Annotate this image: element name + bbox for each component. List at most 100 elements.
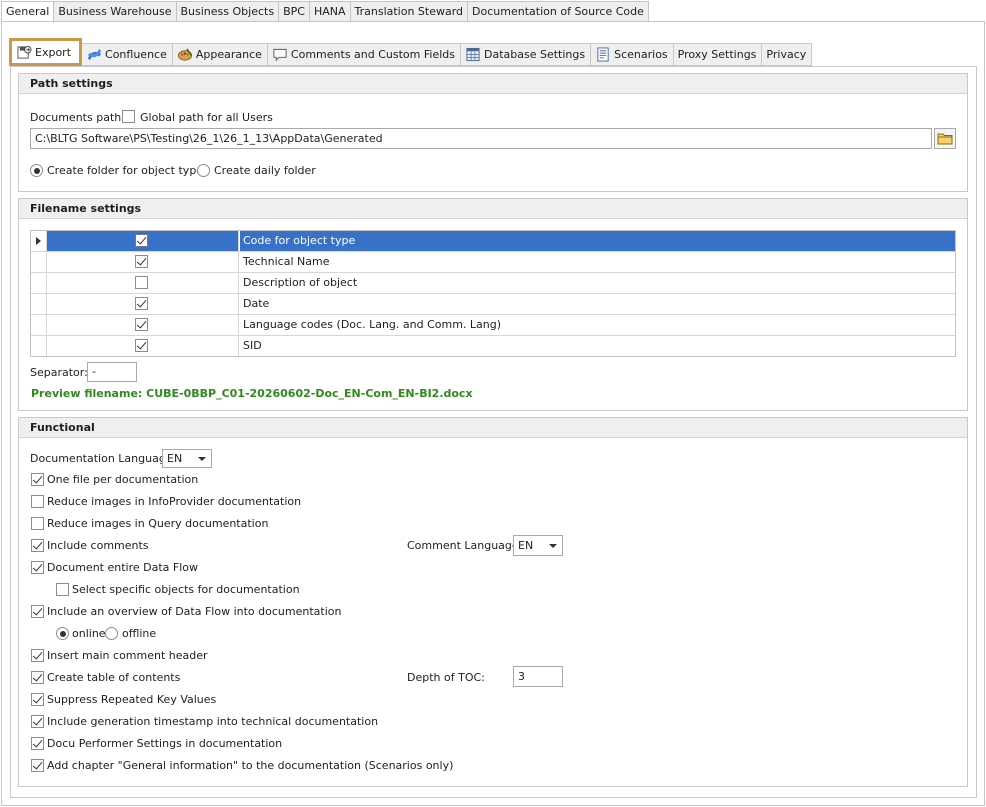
database-icon xyxy=(465,47,481,63)
suppress-repeated-checkbox[interactable] xyxy=(31,693,44,706)
functional-title: Functional xyxy=(19,418,967,438)
create-folder-radio[interactable] xyxy=(30,164,43,177)
online-radio[interactable] xyxy=(56,627,69,640)
reduce-infoprovider-checkbox[interactable] xyxy=(31,495,44,508)
insert-header-checkbox[interactable] xyxy=(31,649,44,662)
separator-label: Separator: xyxy=(30,366,88,379)
reduce-query-checkbox[interactable] xyxy=(31,517,44,530)
insert-header-label: Insert main comment header xyxy=(47,649,208,662)
grid-row-checkbox[interactable] xyxy=(135,276,148,289)
documentation-language-select[interactable]: EN xyxy=(162,449,212,468)
tab-scenarios[interactable]: Scenarios xyxy=(591,43,674,66)
comment-language-label: Comment Language xyxy=(407,539,519,552)
grid-row[interactable]: Language codes (Doc. Lang. and Comm. Lan… xyxy=(31,315,955,336)
tab-proxy-settings[interactable]: Proxy Settings xyxy=(673,43,763,66)
add-chapter-label: Add chapter "General information" to the… xyxy=(47,759,454,772)
offline-label: offline xyxy=(122,627,157,640)
palette-icon xyxy=(177,47,193,63)
tab-export[interactable]: Export xyxy=(9,38,83,66)
include-comments-checkbox[interactable] xyxy=(31,539,44,552)
tab-confluence-label: Confluence xyxy=(105,48,167,61)
filename-parts-grid: Code for object type Technical Name Desc… xyxy=(30,230,956,357)
tab-business-objects[interactable]: Business Objects xyxy=(176,1,280,22)
browse-folder-button[interactable] xyxy=(934,128,956,149)
documents-path-label: Documents path: xyxy=(30,111,125,124)
document-dataflow-checkbox[interactable] xyxy=(31,561,44,574)
comment-language-select[interactable]: EN xyxy=(513,535,563,556)
tab-hana[interactable]: HANA xyxy=(309,1,351,22)
grid-row-checkbox[interactable] xyxy=(135,318,148,331)
grid-row[interactable]: Description of object xyxy=(31,273,955,294)
select-specific-checkbox[interactable] xyxy=(56,583,69,596)
tab-database-settings[interactable]: Database Settings xyxy=(461,43,592,66)
filename-settings-title: Filename settings xyxy=(19,199,967,219)
separator-input[interactable]: - xyxy=(87,362,137,382)
grid-row[interactable]: Date xyxy=(31,294,955,315)
tab-proxy-label: Proxy Settings xyxy=(677,48,757,61)
online-label: online xyxy=(72,627,106,640)
grid-row-checkbox[interactable] xyxy=(135,297,148,310)
sub-tab-strip: Export Confluence Appearance Comments an… xyxy=(9,38,813,66)
preview-filename: Preview filename: CUBE-0BBP_C01-20260602… xyxy=(31,387,473,400)
suppress-repeated-label: Suppress Repeated Key Values xyxy=(47,693,217,706)
depth-toc-label: Depth of TOC: xyxy=(407,671,485,684)
row-indicator xyxy=(31,294,47,314)
grid-row[interactable]: SID xyxy=(31,336,955,357)
add-chapter-checkbox[interactable] xyxy=(31,759,44,772)
grid-row-label: Technical Name xyxy=(243,255,330,268)
tab-confluence[interactable]: Confluence xyxy=(82,43,173,66)
one-file-checkbox[interactable] xyxy=(31,473,44,486)
folder-icon xyxy=(937,133,953,145)
tab-bpc[interactable]: BPC xyxy=(279,1,310,22)
grid-row-label: Code for object type xyxy=(240,231,955,251)
row-pointer-icon xyxy=(36,237,41,245)
export-icon xyxy=(16,44,32,60)
tab-translation-steward[interactable]: Translation Steward xyxy=(350,1,469,22)
create-toc-checkbox[interactable] xyxy=(31,671,44,684)
chevron-down-icon xyxy=(549,544,557,548)
tab-comments-label: Comments and Custom Fields xyxy=(290,48,455,61)
create-toc-label: Create table of contents xyxy=(47,671,181,684)
comment-language-value: EN xyxy=(518,539,534,552)
one-file-label: One file per documentation xyxy=(47,473,199,486)
tab-general[interactable]: General xyxy=(1,1,55,23)
row-indicator xyxy=(31,336,47,356)
daily-folder-label: Create daily folder xyxy=(214,164,316,177)
docu-performer-label: Docu Performer Settings in documentation xyxy=(47,737,283,750)
tab-comments-custom-fields[interactable]: Comments and Custom Fields xyxy=(267,43,461,66)
daily-folder-radio[interactable] xyxy=(197,164,210,177)
global-path-checkbox[interactable] xyxy=(122,110,135,123)
row-indicator xyxy=(31,315,47,335)
grid-row-label: SID xyxy=(243,339,262,352)
docu-performer-checkbox[interactable] xyxy=(31,737,44,750)
tab-privacy[interactable]: Privacy xyxy=(762,43,813,66)
chevron-down-icon xyxy=(198,457,206,461)
documents-path-input[interactable]: C:\BLTG Software\PS\Testing\26_1\26_1_13… xyxy=(30,128,932,149)
offline-radio[interactable] xyxy=(105,627,118,640)
grid-row[interactable]: Code for object type xyxy=(31,231,955,252)
grid-row-checkbox[interactable] xyxy=(135,234,148,247)
include-comments-label: Include comments xyxy=(47,539,149,552)
global-path-label: Global path for all Users xyxy=(140,111,273,124)
grid-row[interactable]: Technical Name xyxy=(31,252,955,273)
grid-row-checkbox[interactable] xyxy=(135,255,148,268)
row-indicator xyxy=(31,273,47,293)
tab-appearance-label: Appearance xyxy=(195,48,262,61)
tab-privacy-label: Privacy xyxy=(766,48,807,61)
row-indicator xyxy=(31,231,47,251)
confluence-icon xyxy=(86,47,102,63)
document-icon xyxy=(595,47,611,63)
tab-business-warehouse[interactable]: Business Warehouse xyxy=(54,1,177,22)
include-overview-checkbox[interactable] xyxy=(31,605,44,618)
tab-appearance[interactable]: Appearance xyxy=(172,43,268,66)
document-dataflow-label: Document entire Data Flow xyxy=(47,561,199,574)
create-folder-label: Create folder for object type xyxy=(47,164,204,177)
depth-toc-input[interactable]: 3 xyxy=(513,666,563,687)
tab-documentation-of-source-code[interactable]: Documentation of Source Code xyxy=(468,1,649,22)
include-timestamp-checkbox[interactable] xyxy=(31,715,44,728)
include-overview-label: Include an overview of Data Flow into do… xyxy=(47,605,342,618)
tab-scenarios-label: Scenarios xyxy=(614,48,668,61)
grid-row-checkbox[interactable] xyxy=(135,339,148,352)
comment-icon xyxy=(272,47,288,63)
grid-row-label: Language codes (Doc. Lang. and Comm. Lan… xyxy=(243,318,502,331)
